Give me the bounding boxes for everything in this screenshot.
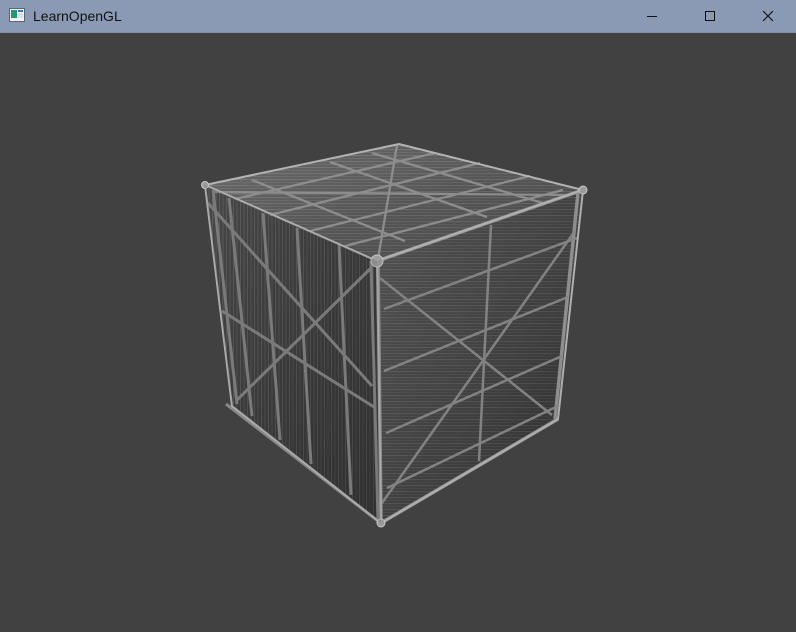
learnopengl-window: LearnOpenGL: [0, 0, 796, 632]
minimize-icon: [647, 16, 657, 17]
close-icon: [762, 10, 774, 22]
opengl-viewport[interactable]: [0, 33, 796, 632]
app-window-icon: [9, 8, 25, 22]
maximize-button[interactable]: [681, 0, 739, 32]
wooden-crate-cube: [201, 142, 588, 528]
minimize-button[interactable]: [623, 0, 681, 32]
maximize-icon: [705, 11, 715, 21]
title-bar[interactable]: LearnOpenGL: [0, 0, 796, 33]
window-title: LearnOpenGL: [33, 8, 122, 24]
close-button[interactable]: [739, 0, 796, 32]
